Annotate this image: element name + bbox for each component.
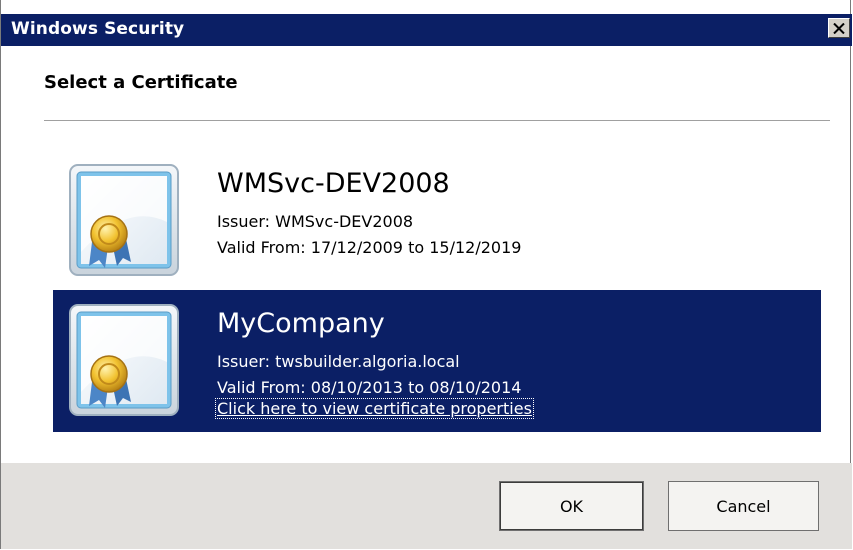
certificate-icon bbox=[67, 302, 181, 418]
close-button[interactable] bbox=[828, 18, 850, 38]
certificate-issuer: Issuer: WMSvc-DEV2008 bbox=[217, 212, 414, 231]
dialog-heading: Select a Certificate bbox=[44, 72, 238, 93]
certificate-validity: Valid From: 17/12/2009 to 15/12/2019 bbox=[217, 238, 522, 257]
certificate-issuer: Issuer: twsbuilder.algoria.local bbox=[217, 352, 460, 371]
dialog-window: Windows Security Select a Certificate WM… bbox=[0, 0, 852, 549]
certificate-name: MyCompany bbox=[217, 308, 385, 339]
certificate-item-wmsvc[interactable]: WMSvc-DEV2008 Issuer: WMSvc-DEV2008 Vali… bbox=[53, 150, 821, 292]
cancel-button[interactable]: Cancel bbox=[668, 481, 819, 531]
certificate-icon bbox=[67, 162, 181, 278]
certificate-validity: Valid From: 08/10/2013 to 08/10/2014 bbox=[217, 378, 522, 397]
certificate-item-mycompany[interactable]: MyCompany Issuer: twsbuilder.algoria.loc… bbox=[53, 290, 821, 432]
button-bar: OK Cancel bbox=[1, 463, 852, 549]
separator bbox=[44, 120, 830, 121]
title-bar[interactable]: Windows Security bbox=[1, 14, 852, 46]
ok-button[interactable]: OK bbox=[499, 481, 644, 531]
close-icon bbox=[833, 22, 845, 34]
window-title: Windows Security bbox=[11, 19, 185, 39]
certificate-name: WMSvc-DEV2008 bbox=[217, 168, 450, 199]
view-certificate-properties-link[interactable]: Click here to view certificate propertie… bbox=[215, 398, 534, 419]
